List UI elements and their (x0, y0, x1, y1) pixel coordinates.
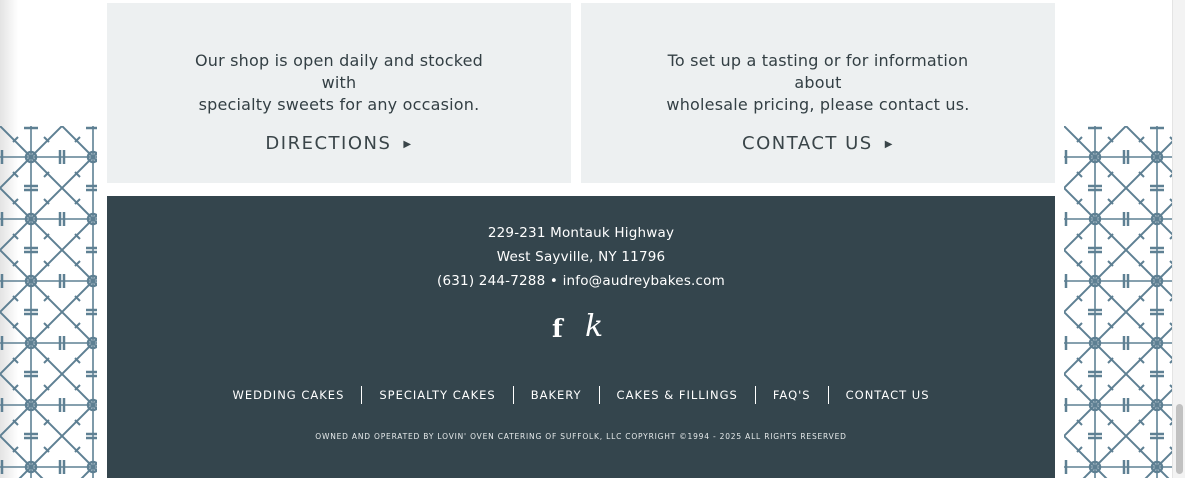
decorative-tile-pattern-left (0, 126, 97, 478)
address-street: 229-231 Montauk Highway (487, 225, 675, 241)
contact-us-link[interactable]: CONTACT US ▶ (742, 133, 894, 154)
copyright-text: OWNED AND OPERATED BY LOVIN' OVEN CATERI… (315, 432, 847, 441)
decorative-tile-pattern-right (1064, 126, 1172, 478)
social-links: f k (107, 309, 1055, 345)
address-city: West Sayville, NY 11796 (496, 249, 666, 265)
nav-faqs[interactable]: FAQ'S (754, 386, 828, 404)
vertical-scrollbar[interactable] (1172, 0, 1185, 478)
footer-nav: WEDDING CAKES SPECIALTY CAKES BAKERY CAK… (107, 386, 1055, 404)
tile-pattern-icon (0, 126, 97, 478)
contact-info-card: To set up a tasting or for information a… (581, 3, 1055, 183)
nav-specialty-cakes[interactable]: SPECIALTY CAKES (361, 386, 512, 404)
contact-info-line-2: wholesale pricing, please contact us. (666, 95, 970, 114)
email-link[interactable]: info@audreybakes.com (563, 273, 725, 289)
nav-cakes-fillings[interactable]: CAKES & FILLINGS (598, 386, 755, 404)
nav-contact-us[interactable]: CONTACT US (827, 386, 947, 404)
shop-info-line-2: specialty sweets for any occasion. (198, 95, 480, 114)
phone-link[interactable]: (631) 244-7288 (437, 273, 545, 289)
shop-info-line-1: Our shop is open daily and stocked with (194, 51, 484, 92)
contact-info-line-1: To set up a tasting or for information a… (667, 51, 969, 92)
nav-wedding-cakes[interactable]: WEDDING CAKES (215, 386, 361, 404)
scrollbar-thumb[interactable] (1176, 404, 1183, 474)
contact-info-text: To set up a tasting or for information a… (653, 50, 983, 116)
site-footer: 229-231 Montauk Highway West Sayville, N… (107, 196, 1055, 478)
directions-link-label: DIRECTIONS (265, 133, 392, 154)
tile-pattern-icon (1064, 126, 1172, 478)
contact-us-link-label: CONTACT US (742, 133, 873, 154)
facebook-icon[interactable]: f (552, 314, 563, 343)
play-triangle-icon: ▶ (403, 139, 413, 150)
contact-separator: • (549, 273, 559, 289)
nav-bakery[interactable]: BAKERY (512, 386, 599, 404)
theknot-icon[interactable]: k (585, 309, 603, 344)
shop-info-text: Our shop is open daily and stocked with … (184, 50, 494, 116)
contact-line: (631) 244-7288 • info@audreybakes.com (107, 269, 1055, 293)
shop-info-card: Our shop is open daily and stocked with … (107, 3, 571, 183)
play-triangle-icon: ▶ (884, 139, 894, 150)
directions-link[interactable]: DIRECTIONS ▶ (265, 133, 412, 154)
